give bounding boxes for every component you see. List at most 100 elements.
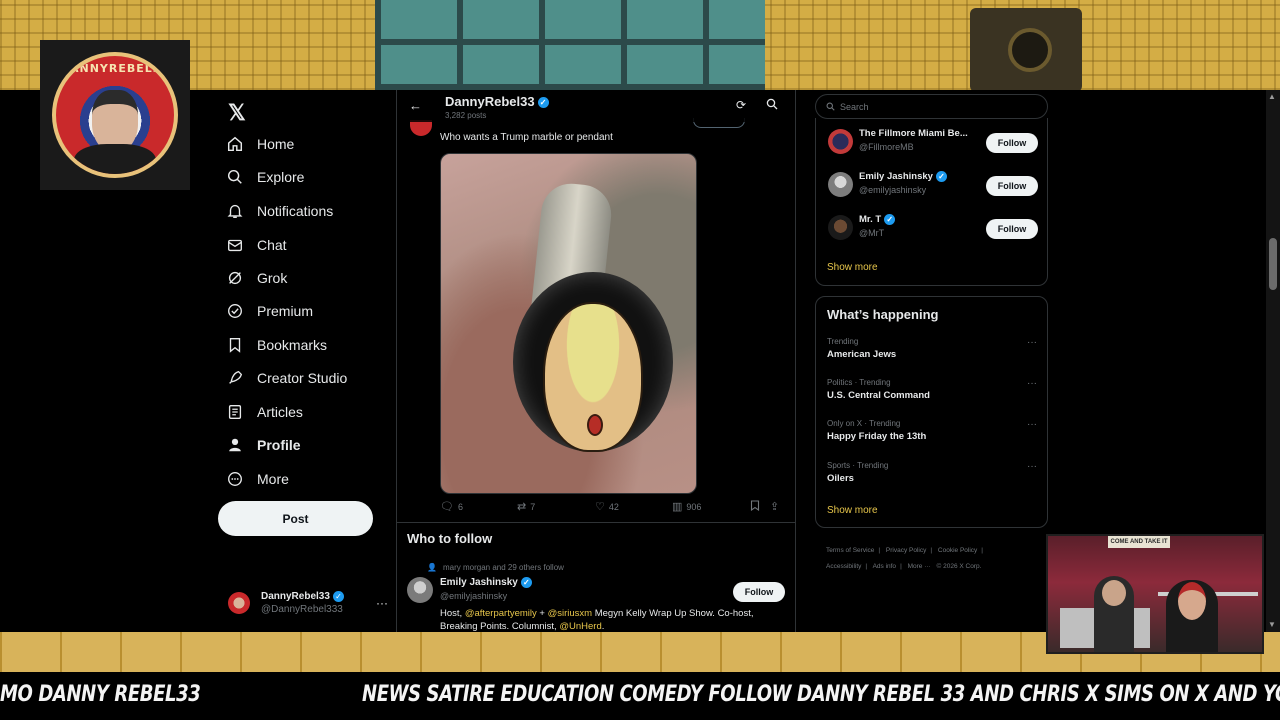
search-icon[interactable]: [766, 98, 778, 110]
refresh-icon[interactable]: ⟳: [736, 98, 746, 112]
more-dots-icon[interactable]: ···: [1027, 419, 1037, 430]
more-dots-icon[interactable]: ···: [1027, 378, 1037, 389]
tweet-avatar[interactable]: [410, 120, 432, 136]
suggestion-handle: @emilyjashinsky: [859, 185, 927, 195]
post-count: 3,282 posts: [445, 111, 487, 120]
scrollbar-thumb[interactable]: [1269, 238, 1277, 290]
channel-logo: DANNYREBEL33: [40, 40, 190, 190]
whats-happening-panel: What’s happening Trending American Jews …: [815, 296, 1048, 528]
footer-separator: |: [981, 547, 983, 554]
ticker-text: NEWS SATIRE EDUCATION COMEDY FOLLOW DANN…: [362, 682, 1280, 707]
share-button[interactable]: ⇪: [770, 500, 783, 513]
logo-text: DANNYREBEL33: [59, 62, 171, 75]
trend-topic: Happy Friday the 13th: [827, 431, 927, 442]
scroll-down-icon[interactable]: ▼: [1268, 620, 1276, 629]
bookmark-button[interactable]: [750, 500, 760, 511]
bio-text: .: [601, 621, 605, 632]
footer-link[interactable]: Terms of Service: [826, 547, 874, 554]
footer-links: Terms of Service | Privacy Policy | Cookie…: [826, 543, 1036, 575]
trend-topic: American Jews: [827, 349, 897, 360]
bio-link[interactable]: @afterpartyemily: [465, 608, 537, 619]
webcam-person: [1166, 580, 1218, 652]
nav-item-explore[interactable]: Explore: [226, 162, 304, 192]
x-logo-icon[interactable]: 𝕏: [228, 100, 246, 126]
tweet-text: Who wants a Trump marble or pendant: [440, 132, 613, 143]
account-switcher[interactable]: DannyRebel33 ✓ @DannyRebel333 ···: [228, 586, 388, 620]
who-to-follow-title: Who to follow: [407, 531, 493, 546]
follow-suggestion[interactable]: Emily Jashinsky ✓ @emilyjashinsky Follow: [828, 171, 1038, 201]
bio-link[interactable]: @UnHerd: [559, 621, 601, 632]
post-button[interactable]: Post: [218, 501, 373, 536]
views-button[interactable]: ▥ 906: [672, 500, 701, 513]
nav-item-chat[interactable]: Chat: [226, 230, 287, 260]
trend-item[interactable]: Only on X · Trending Happy Friday the 13…: [827, 419, 1037, 449]
avatar[interactable]: [407, 577, 433, 603]
nav-item-label: Explore: [257, 169, 305, 185]
search-placeholder: Search: [840, 101, 869, 112]
nav-item-articles[interactable]: Articles: [226, 397, 303, 427]
bio-text: Host,: [440, 608, 465, 619]
show-more-link[interactable]: Show more: [827, 505, 878, 516]
follow-suggestion[interactable]: The Fillmore Miami Be... @FillmoreMB Fol…: [828, 128, 1038, 158]
follow-button[interactable]: Follow: [986, 176, 1038, 196]
more-dots-icon[interactable]: ···: [376, 596, 388, 610]
tweet-image[interactable]: [440, 153, 697, 494]
suggestion-name-text: Emily Jashinsky: [859, 171, 933, 183]
avatar: [228, 592, 250, 614]
footer-separator: |: [900, 563, 902, 570]
nav-item-creator-studio[interactable]: Creator Studio: [226, 363, 347, 393]
home-icon: [227, 136, 243, 152]
footer-link[interactable]: Accessibility: [826, 563, 861, 570]
reply-icon: 🗨: [440, 501, 454, 513]
footer-link[interactable]: Cookie Policy: [938, 547, 977, 554]
bio-link[interactable]: @siriusxm: [548, 608, 592, 619]
avatar: [828, 172, 853, 197]
left-nav: 𝕏 Home Explore Notifications Chat Grok P…: [218, 90, 396, 632]
like-button[interactable]: ♡ 42: [595, 500, 619, 513]
premium-icon: [228, 304, 242, 318]
trend-topic: Oilers: [827, 473, 854, 484]
footer-link[interactable]: Privacy Policy: [886, 547, 926, 554]
nav-item-grok[interactable]: Grok: [226, 263, 287, 293]
search-input[interactable]: Search: [815, 94, 1048, 119]
nav-item-more[interactable]: More: [226, 464, 289, 494]
profile-name: DannyRebel33: [445, 94, 535, 109]
trend-item[interactable]: Sports · Trending Oilers ···: [827, 461, 1037, 491]
person-icon: [229, 438, 241, 452]
profile-title: DannyRebel33 ✓: [445, 94, 549, 109]
footer-link[interactable]: More ···: [908, 563, 931, 570]
nav-item-profile[interactable]: Profile: [226, 430, 301, 460]
image-face: [543, 302, 643, 452]
scrollbar[interactable]: ▲ ▼: [1266, 90, 1280, 632]
backdrop-speaker: [970, 8, 1082, 92]
logo-face: [92, 90, 138, 152]
nav-item-home[interactable]: Home: [226, 129, 294, 159]
nav-item-premium[interactable]: Premium: [226, 296, 313, 326]
follow-button[interactable]: Follow: [733, 582, 785, 602]
nav-item-bookmarks[interactable]: Bookmarks: [226, 330, 327, 360]
more-dots-icon[interactable]: ···: [1027, 337, 1037, 348]
suggestion-handle: @MrT: [859, 228, 885, 238]
suggestion-name[interactable]: Emily Jashinsky ✓: [440, 577, 532, 588]
trend-item[interactable]: Trending American Jews ···: [827, 337, 1037, 367]
footer-link[interactable]: Ads info: [873, 563, 897, 570]
trend-item[interactable]: Politics · Trending U.S. Central Command…: [827, 378, 1037, 408]
trend-meta: Sports · Trending: [827, 461, 889, 470]
scroll-up-icon[interactable]: ▲: [1268, 92, 1276, 101]
bookmark-icon: [229, 338, 241, 353]
show-more-link[interactable]: Show more: [827, 262, 878, 273]
back-arrow-icon[interactable]: ←: [409, 98, 422, 113]
verified-icon: ✓: [884, 214, 896, 225]
views-icon: ▥: [672, 501, 683, 513]
reply-button[interactable]: 🗨 6: [440, 500, 463, 513]
more-dots-icon[interactable]: ···: [1027, 461, 1037, 472]
follow-button[interactable]: Follow: [986, 219, 1038, 239]
follow-button[interactable]: Follow: [986, 133, 1038, 153]
repost-button[interactable]: ⇄ 7: [517, 500, 535, 513]
follow-suggestion[interactable]: Mr. T ✓ @MrT Follow: [828, 214, 1038, 244]
person-icon: 👤: [427, 563, 437, 572]
grok-icon: [228, 271, 242, 285]
repost-count: 7: [530, 501, 536, 512]
nav-item-notifications[interactable]: Notifications: [226, 196, 333, 226]
footer-separator: |: [878, 547, 881, 554]
